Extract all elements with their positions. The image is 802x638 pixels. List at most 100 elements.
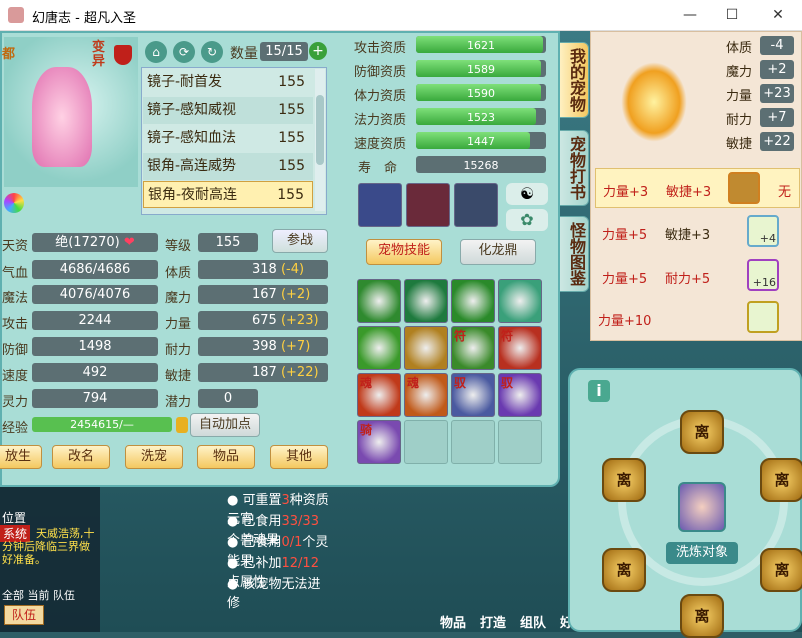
- qty-value: 15/15: [260, 42, 308, 61]
- skill-slot[interactable]: [357, 279, 401, 323]
- other-button[interactable]: 其他: [270, 445, 328, 469]
- rename-button[interactable]: 改名: [52, 445, 110, 469]
- aptitude-bar: 1590: [416, 84, 546, 101]
- attr-label: 体质: [726, 41, 753, 56]
- release-button[interactable]: 放生: [0, 445, 42, 469]
- tizhi-value: 318 (-4): [198, 260, 328, 279]
- empty-skill-slot[interactable]: [498, 420, 542, 464]
- aptitude-bar: 1447: [416, 132, 546, 149]
- color-wheel-icon[interactable]: [4, 193, 24, 213]
- stat-label: 攻击: [2, 317, 29, 332]
- chat-tab-team[interactable]: 队伍: [53, 589, 75, 602]
- aptitude-label: 法力资质: [354, 113, 407, 128]
- equip-slot[interactable]: +4: [747, 215, 779, 247]
- wheel-slot[interactable]: 离: [760, 548, 802, 592]
- bottom-bar-item[interactable]: 打造: [480, 612, 506, 631]
- refresh-icon[interactable]: ⟳: [173, 41, 195, 63]
- refine-avatar[interactable]: [678, 482, 726, 532]
- attr-value: +22: [760, 132, 794, 151]
- skill-slot[interactable]: [404, 326, 448, 370]
- skill-slot[interactable]: [357, 326, 401, 370]
- tab-pet-books[interactable]: 宠物打书: [557, 130, 589, 206]
- liliang-value: 675 (+23): [198, 311, 328, 330]
- def-value: 1498: [32, 337, 158, 356]
- skill-slot[interactable]: 符: [451, 326, 495, 370]
- wheel-slot[interactable]: 离: [602, 548, 646, 592]
- skill-slot[interactable]: [451, 279, 495, 323]
- pet-list-scrollbar[interactable]: [315, 69, 325, 211]
- wheel-slot[interactable]: 离: [680, 594, 724, 638]
- equip-row[interactable]: 力量+5 敏捷+3 +4: [595, 212, 800, 252]
- equip-slot[interactable]: [728, 172, 760, 204]
- auto-assign-button[interactable]: 自动加点: [190, 413, 260, 437]
- cycle-icon[interactable]: ↻: [201, 41, 223, 63]
- aptitude-label: 寿 命: [358, 161, 398, 176]
- pet-list-item[interactable]: 银角-高连威势 155: [143, 153, 313, 180]
- tab-pet-skills[interactable]: 宠物技能: [366, 239, 442, 265]
- equip-amulet-icon[interactable]: [454, 183, 498, 227]
- chat-tab-all[interactable]: 全部: [2, 589, 24, 602]
- wheel-slot[interactable]: 离: [602, 458, 646, 502]
- pet-list-item-selected[interactable]: 银角-夜耐高连 155: [143, 181, 313, 208]
- empty-skill-slot[interactable]: [404, 420, 448, 464]
- equip-armor-icon[interactable]: [406, 183, 450, 227]
- pet-list-item[interactable]: 镜子-感知威视 155: [143, 97, 313, 124]
- equip-slot[interactable]: [747, 301, 779, 333]
- fight-button[interactable]: 参战: [272, 229, 328, 253]
- window-title: 幻唐志 - 超凡入圣: [32, 11, 136, 26]
- stat-label: 天资: [2, 239, 29, 254]
- add-pet-button[interactable]: +: [309, 42, 327, 60]
- skill-slot[interactable]: 骑: [357, 420, 401, 464]
- skill-slot[interactable]: 魂: [404, 373, 448, 417]
- title-bar: 幻唐志 - 超凡入圣 — ☐ ✕: [0, 0, 802, 31]
- skill-slot[interactable]: 魂: [357, 373, 401, 417]
- tab-my-pets[interactable]: 我的宠物: [557, 42, 589, 118]
- skill-slot[interactable]: 符: [498, 326, 542, 370]
- atk-value: 2244: [32, 311, 158, 330]
- info-icon[interactable]: i: [588, 380, 610, 402]
- equip-row[interactable]: 力量+5 耐力+5 +16: [595, 256, 800, 296]
- stat-label: 潜力: [165, 395, 192, 410]
- equip-collar-icon[interactable]: [358, 183, 402, 227]
- stat-label: 防御: [2, 343, 29, 358]
- heart-icon: ❤: [123, 235, 135, 250]
- wash-pet-button[interactable]: 洗宠: [125, 445, 183, 469]
- pet-list-item[interactable]: 镜子-感知血法 155: [143, 125, 313, 152]
- stat-label: 体质: [165, 266, 192, 281]
- attr-value: +23: [760, 84, 794, 103]
- close-button[interactable]: ✕: [764, 5, 792, 25]
- bottom-bar-item[interactable]: 组队: [520, 612, 546, 631]
- pet-side-label: 都: [2, 47, 16, 62]
- chat-tab-current[interactable]: 当前: [28, 589, 50, 602]
- equip-slot[interactable]: +16: [747, 259, 779, 291]
- equip-row[interactable]: 力量+10: [595, 298, 800, 338]
- tab-monster-guide[interactable]: 怪物图鉴: [557, 216, 589, 292]
- tab-hualong[interactable]: 化龙鼎: [460, 239, 536, 265]
- bottom-bar-item[interactable]: 物品: [440, 612, 466, 631]
- skill-slot[interactable]: [404, 279, 448, 323]
- empty-skill-slot[interactable]: [451, 420, 495, 464]
- skill-slot[interactable]: 驭: [498, 373, 542, 417]
- scrollbar-thumb[interactable]: [316, 95, 324, 165]
- stat-label: 耐力: [165, 343, 192, 358]
- stat-label: 灵力: [2, 395, 29, 410]
- maximize-button[interactable]: ☐: [718, 5, 746, 25]
- skill-slot[interactable]: [498, 279, 542, 323]
- items-button[interactable]: 物品: [197, 445, 255, 469]
- team-button[interactable]: 队伍: [4, 605, 44, 625]
- yinyang-icon[interactable]: ☯: [506, 183, 548, 205]
- home-icon[interactable]: ⌂: [145, 41, 167, 63]
- minjie-value: 187 (+22): [198, 363, 328, 382]
- wheel-slot[interactable]: 离: [680, 410, 724, 454]
- skill-slot[interactable]: 驭: [451, 373, 495, 417]
- pet-list-item[interactable]: 镜子-耐首发 155: [143, 69, 313, 96]
- equip-row[interactable]: 力量+3 敏捷+3 无: [595, 168, 800, 208]
- aptitude-bar: 1523: [416, 108, 546, 125]
- wheel-slot[interactable]: 离: [760, 458, 802, 502]
- attr-value: +7: [760, 108, 794, 127]
- aptitude-label: 速度资质: [354, 137, 407, 152]
- attr-label: 耐力: [726, 113, 753, 128]
- paw-icon[interactable]: ✿: [506, 209, 548, 231]
- minimize-button[interactable]: —: [676, 5, 704, 25]
- skill-glyph: 魂: [360, 376, 373, 390]
